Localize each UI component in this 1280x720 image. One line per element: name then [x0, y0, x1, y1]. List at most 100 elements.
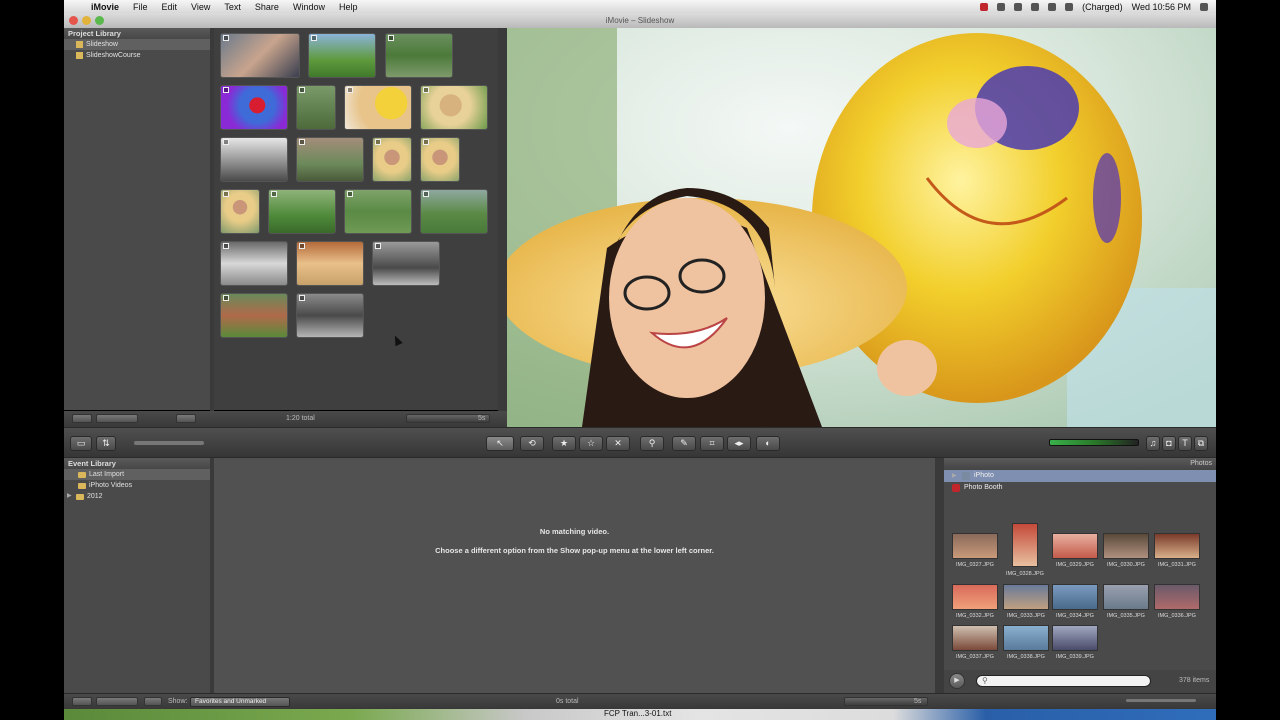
- photo-thumbnail[interactable]: [1003, 625, 1049, 651]
- event-folder-icon: [78, 482, 86, 489]
- clip-thumbnail[interactable]: [220, 293, 288, 338]
- photo-filename: IMG_0339.JPG: [1056, 654, 1094, 660]
- camera-import-button[interactable]: ▭: [70, 436, 92, 451]
- event-item-2012[interactable]: ▶ 2012: [64, 491, 210, 502]
- project-list-button[interactable]: [72, 414, 92, 423]
- clip-thumbnail[interactable]: [296, 85, 336, 130]
- play-slideshow-icon[interactable]: ▶: [949, 673, 965, 689]
- viewer-splitter[interactable]: [498, 28, 507, 411]
- menu-edit[interactable]: Edit: [155, 2, 185, 12]
- photo-thumbnail[interactable]: [1003, 584, 1049, 610]
- photos-source-iphoto[interactable]: ▶ iPhoto: [944, 470, 1216, 482]
- photo-thumbnail[interactable]: [1052, 584, 1098, 610]
- clip-thumbnail[interactable]: [220, 85, 288, 130]
- project-icon: [76, 52, 83, 59]
- photos-search-input[interactable]: ⚲: [976, 675, 1151, 687]
- disclosure-triangle-icon[interactable]: ▶: [952, 470, 958, 482]
- clip-thumbnail[interactable]: [296, 241, 364, 286]
- zoom-window-button[interactable]: [95, 16, 104, 25]
- menu-window[interactable]: Window: [286, 2, 332, 12]
- clip-thumbnail[interactable]: [344, 85, 412, 130]
- clip-thumbnail[interactable]: [220, 189, 260, 234]
- play-full-project-button[interactable]: [96, 414, 138, 423]
- battery-status[interactable]: (Charged): [1082, 2, 1123, 12]
- clip-thumbnail[interactable]: [296, 137, 364, 182]
- wifi-icon[interactable]: [1048, 2, 1057, 11]
- menu-app-imovie[interactable]: iMovie: [84, 2, 126, 12]
- photos-browser-icon[interactable]: ◘: [1162, 436, 1176, 451]
- menu-share[interactable]: Share: [248, 2, 286, 12]
- project-storyboard: [214, 28, 498, 410]
- clip-thumbnail[interactable]: [344, 189, 412, 234]
- clip-thumbnail[interactable]: [268, 189, 336, 234]
- menu-text[interactable]: Text: [217, 2, 248, 12]
- clip-thumbnail[interactable]: [372, 137, 412, 182]
- new-project-button[interactable]: [176, 414, 196, 423]
- photo-thumbnail[interactable]: [1154, 584, 1200, 610]
- project-item-slideshow[interactable]: Slideshow: [64, 39, 210, 50]
- photo-thumbnail[interactable]: [1012, 523, 1038, 567]
- clip-thumbnail[interactable]: [420, 189, 488, 234]
- select-entire-clip-button[interactable]: ⟲: [520, 436, 544, 451]
- inspector-button[interactable]: ◐: [756, 436, 780, 451]
- photo-thumbnail[interactable]: [1052, 625, 1098, 651]
- event-total-duration: 0s total: [556, 698, 579, 705]
- clip-thumbnail[interactable]: [385, 33, 453, 78]
- unmark-button[interactable]: ☆: [579, 436, 603, 451]
- clip-thumbnail[interactable]: [372, 241, 440, 286]
- favorite-button[interactable]: ★: [552, 436, 576, 451]
- event-list-button[interactable]: [72, 697, 92, 706]
- disclosure-triangle-icon[interactable]: ▶: [67, 491, 73, 502]
- select-tool-button[interactable]: ↖: [486, 436, 514, 451]
- swap-panes-button[interactable]: ⇅: [96, 436, 116, 451]
- menubar-clock[interactable]: Wed 10:56 PM: [1132, 2, 1191, 12]
- volume-icon[interactable]: [1065, 2, 1074, 11]
- event-item-iphoto-videos[interactable]: iPhoto Videos: [64, 480, 210, 491]
- clip-thumbnail[interactable]: [220, 33, 300, 78]
- clip-thumbnail[interactable]: [220, 241, 288, 286]
- minimize-window-button[interactable]: [82, 16, 91, 25]
- photos-splitter[interactable]: [935, 458, 944, 693]
- audio-adjust-button[interactable]: ◂▸: [727, 436, 751, 451]
- bluetooth-icon[interactable]: [1031, 2, 1040, 11]
- project-library-pane: Project Library Slideshow SlideshowCours…: [64, 28, 210, 410]
- dropbox-icon[interactable]: [997, 2, 1006, 11]
- photo-thumbnail[interactable]: [952, 584, 998, 610]
- event-item-last-import[interactable]: Last Import: [64, 469, 210, 480]
- record-status-icon[interactable]: [980, 2, 989, 11]
- close-window-button[interactable]: [69, 16, 78, 25]
- menu-view[interactable]: View: [184, 2, 217, 12]
- event-zoom-button[interactable]: [144, 697, 162, 706]
- play-events-button[interactable]: [96, 697, 138, 706]
- desktop-file-label[interactable]: FCP Tran...3-01.txt: [604, 709, 671, 718]
- titles-browser-icon[interactable]: T: [1178, 436, 1192, 451]
- transitions-browser-icon[interactable]: ⧉: [1194, 436, 1208, 451]
- photo-thumbnail[interactable]: [1052, 533, 1098, 559]
- menu-file[interactable]: File: [126, 2, 155, 12]
- photo-thumbnail[interactable]: [952, 533, 998, 559]
- photo-size-slider[interactable]: [1126, 699, 1196, 702]
- photo-thumbnail[interactable]: [1103, 533, 1149, 559]
- photo-thumbnail[interactable]: [1154, 533, 1200, 559]
- photo-thumbnail[interactable]: [1103, 584, 1149, 610]
- photos-source-photo-booth[interactable]: Photo Booth: [944, 482, 1216, 494]
- clip-thumbnail[interactable]: [420, 137, 460, 182]
- clip-thumbnail[interactable]: [420, 85, 488, 130]
- show-filter-select[interactable]: Favorites and Unmarked: [190, 697, 290, 707]
- sync-icon[interactable]: [1014, 2, 1023, 11]
- crop-button[interactable]: ⌗: [700, 436, 724, 451]
- menu-help[interactable]: Help: [332, 2, 365, 12]
- photo-badge-icon: [423, 87, 429, 93]
- audio-skimming-slider[interactable]: [134, 441, 204, 445]
- project-item-slideshowcourse[interactable]: SlideshowCourse: [64, 50, 210, 61]
- keyword-button[interactable]: ⚲: [640, 436, 664, 451]
- spotlight-icon[interactable]: [1200, 2, 1208, 11]
- photo-thumbnail[interactable]: [952, 625, 998, 651]
- clip-thumbnail[interactable]: [296, 293, 364, 338]
- photo-badge-icon: [347, 191, 353, 197]
- clip-thumbnail[interactable]: [308, 33, 376, 78]
- clip-thumbnail[interactable]: [220, 137, 288, 182]
- reject-button[interactable]: ✕: [606, 436, 630, 451]
- music-browser-icon[interactable]: ♫: [1146, 436, 1160, 451]
- voiceover-button[interactable]: ✎: [672, 436, 696, 451]
